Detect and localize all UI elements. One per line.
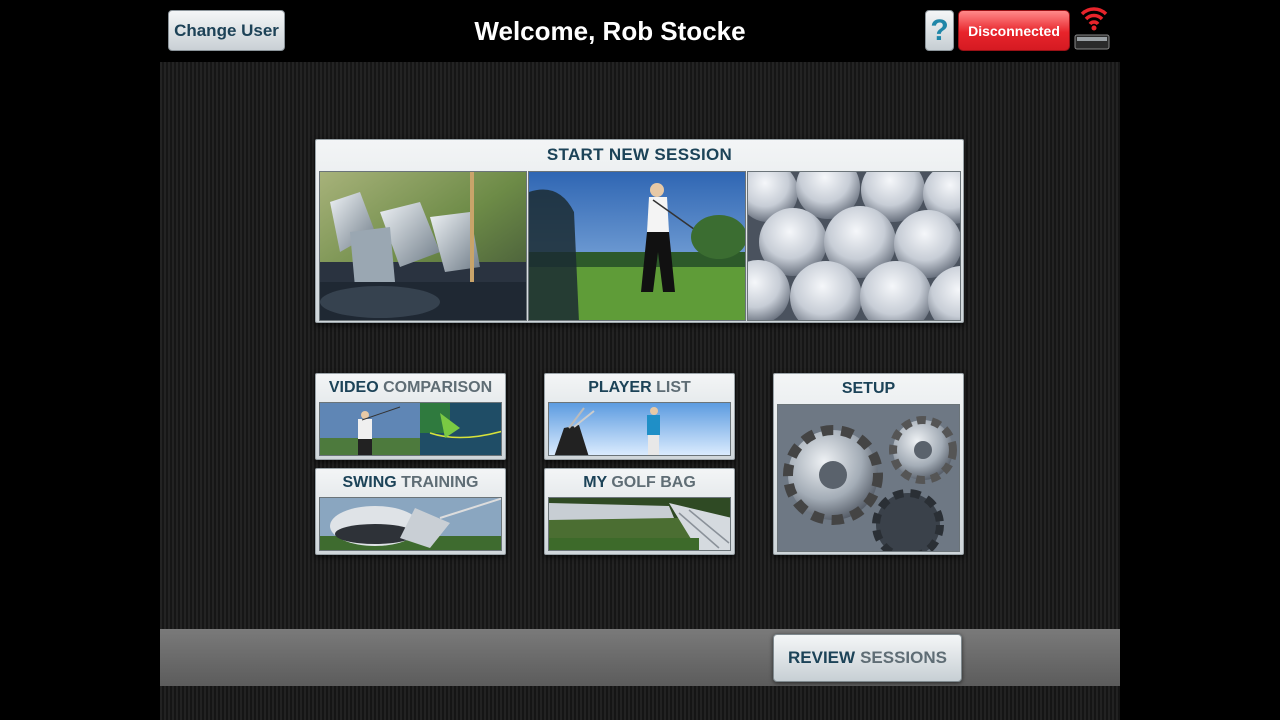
player-list-tile[interactable]: PLAYER LIST <box>544 373 735 460</box>
gear-icon <box>783 425 883 525</box>
review-sessions-button[interactable]: REVIEW SESSIONS <box>773 634 962 682</box>
bottom-strip <box>160 686 1120 720</box>
top-bar: Change User Welcome, Rob Stocke ? Discon… <box>0 0 1280 62</box>
welcome-title: Welcome, Rob Stocke <box>474 16 746 46</box>
wifi-signal-icon[interactable] <box>1074 0 1114 52</box>
help-button[interactable]: ? <box>925 10 954 51</box>
player-list-image <box>548 402 731 456</box>
setup-tile[interactable]: SETUP <box>773 373 964 555</box>
swing-training-tile[interactable]: SWING TRAINING <box>315 468 506 555</box>
golf-bag-image <box>548 497 731 551</box>
bottom-toolbar <box>160 629 1120 686</box>
golf-clubs-image <box>319 171 527 321</box>
video-comparison-label: VIDEO COMPARISON <box>328 379 493 396</box>
my-golf-bag-label: MY GOLF BAG <box>583 474 696 491</box>
video-comparison-tile[interactable]: VIDEO COMPARISON <box>315 373 506 460</box>
start-new-session-label: START NEW SESSION <box>546 145 733 164</box>
swing-training-label: SWING TRAINING <box>342 474 479 491</box>
my-golf-bag-tile[interactable]: MY GOLF BAG <box>544 468 735 555</box>
player-list-label: PLAYER LIST <box>588 379 691 396</box>
golfer-swing-image <box>528 171 746 321</box>
start-new-session-tile[interactable]: START NEW SESSION <box>315 139 964 323</box>
video-comparison-image <box>319 402 502 456</box>
golf-balls-image <box>747 171 961 321</box>
help-icon: ? <box>930 13 949 47</box>
connection-status-button[interactable]: Disconnected <box>958 10 1070 51</box>
setup-label: SETUP <box>841 380 896 397</box>
change-user-button[interactable]: Change User <box>168 10 285 51</box>
gears-image <box>777 404 960 552</box>
swing-training-image <box>319 497 502 551</box>
